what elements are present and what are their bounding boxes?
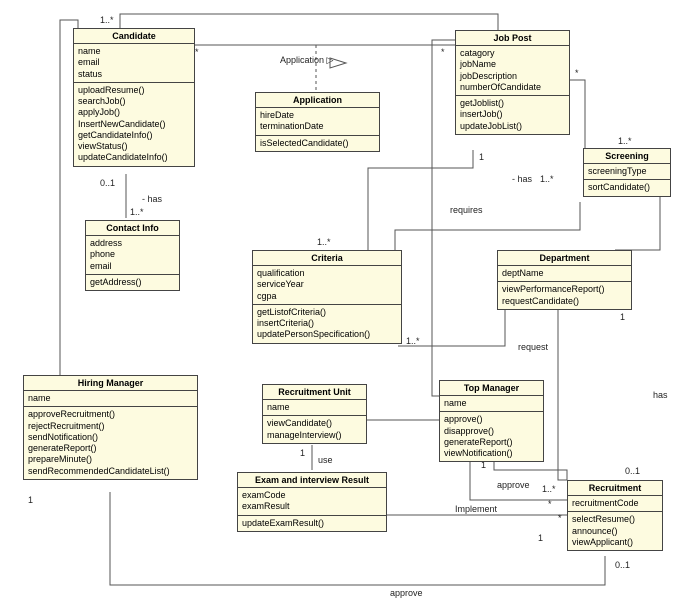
class-ops: selectResume() announce() viewApplicant(… (568, 512, 662, 550)
mult-label: 1..* (317, 237, 331, 247)
class-ops: isSelectedCandidate() (256, 136, 379, 151)
class-attrs: name (263, 400, 366, 416)
class-title: Hiring Manager (24, 376, 197, 391)
class-title: Contact Info (86, 221, 179, 236)
mult-label: 0..1 (625, 466, 640, 476)
class-attrs: name (24, 391, 197, 407)
class-criteria: Criteria qualification serviceYear cgpa … (252, 250, 402, 344)
mult-label: 0..1 (100, 178, 115, 188)
mult-label: 1..* (540, 174, 554, 184)
class-ops: viewPerformanceReport() requestCandidate… (498, 282, 631, 309)
class-title: Recruitment (568, 481, 662, 496)
class-title: Job Post (456, 31, 569, 46)
class-contactinfo: Contact Info address phone email getAddr… (85, 220, 180, 291)
class-title: Criteria (253, 251, 401, 266)
class-ops: sortCandidate() (584, 180, 670, 195)
class-ops: uploadResume() searchJob() applyJob() In… (74, 83, 194, 166)
class-recruitmentunit: Recruitment Unit name viewCandidate() ma… (262, 384, 367, 444)
class-application: Application hireDate terminationDate isS… (255, 92, 380, 152)
assoc-label-has: - has (142, 194, 162, 204)
class-ops: approve() disapprove() generateReport() … (440, 412, 543, 461)
mult-label: * (548, 499, 552, 509)
class-ops: getJoblist() insertJob() updateJobList() (456, 96, 569, 134)
assoc-label-application: Application ▷ (280, 55, 333, 66)
class-ops: viewCandidate() manageInterview() (263, 416, 366, 443)
class-title: Application (256, 93, 379, 108)
class-attrs: catagory jobName jobDescription numberOf… (456, 46, 569, 96)
class-attrs: name email status (74, 44, 194, 83)
class-title: Exam and interview Result (238, 473, 386, 488)
assoc-label-implement: Implement (455, 504, 497, 514)
class-screening: Screening screeningType sortCandidate() (583, 148, 671, 197)
assoc-label-request: request (518, 342, 548, 352)
class-ops: getListofCriteria() insertCriteria() upd… (253, 305, 401, 343)
class-title: Candidate (74, 29, 194, 44)
class-ops: updateExamResult() (238, 516, 386, 531)
class-topmanager: Top Manager name approve() disapprove() … (439, 380, 544, 462)
assoc-label-has: - has (512, 174, 532, 184)
assoc-label-has: has (653, 390, 668, 400)
mult-label: 1 (28, 495, 33, 505)
class-attrs: recruitmentCode (568, 496, 662, 512)
class-attrs: examCode examResult (238, 488, 386, 516)
class-recruitment: Recruitment recruitmentCode selectResume… (567, 480, 663, 551)
mult-label: 1 (300, 448, 305, 458)
class-ops: approveRecruitment() rejectRecruitment()… (24, 407, 197, 479)
class-ops: getAddress() (86, 275, 179, 290)
mult-label: * (558, 513, 562, 523)
class-title: Top Manager (440, 381, 543, 396)
class-jobpost: Job Post catagory jobName jobDescription… (455, 30, 570, 135)
class-attrs: screeningType (584, 164, 670, 180)
class-hiringmanager: Hiring Manager name approveRecruitment()… (23, 375, 198, 480)
mult-label: 1..* (618, 136, 632, 146)
class-department: Department deptName viewPerformanceRepor… (497, 250, 632, 310)
mult-label: 1..* (406, 336, 420, 346)
class-attrs: address phone email (86, 236, 179, 275)
class-title: Recruitment Unit (263, 385, 366, 400)
mult-label: 0..1 (615, 560, 630, 570)
class-title: Department (498, 251, 631, 266)
class-title: Screening (584, 149, 670, 164)
mult-label: 1 (538, 533, 543, 543)
assoc-label-approve: approve (497, 480, 530, 490)
mult-label: 1..* (100, 15, 114, 25)
class-attrs: deptName (498, 266, 631, 282)
mult-label: 1..* (542, 484, 556, 494)
mult-label: 1 (620, 312, 625, 322)
class-candidate: Candidate name email status uploadResume… (73, 28, 195, 167)
class-examresult: Exam and interview Result examCode examR… (237, 472, 387, 532)
assoc-label-approve: approve (390, 588, 423, 598)
assoc-label-use: use (318, 455, 333, 465)
mult-label: * (441, 47, 445, 57)
assoc-label-requires: requires (450, 205, 483, 215)
class-attrs: name (440, 396, 543, 412)
mult-label: 1 (479, 152, 484, 162)
mult-label: * (575, 68, 579, 78)
mult-label: * (195, 47, 199, 57)
class-attrs: hireDate terminationDate (256, 108, 379, 136)
class-attrs: qualification serviceYear cgpa (253, 266, 401, 305)
mult-label: 1..* (130, 207, 144, 217)
